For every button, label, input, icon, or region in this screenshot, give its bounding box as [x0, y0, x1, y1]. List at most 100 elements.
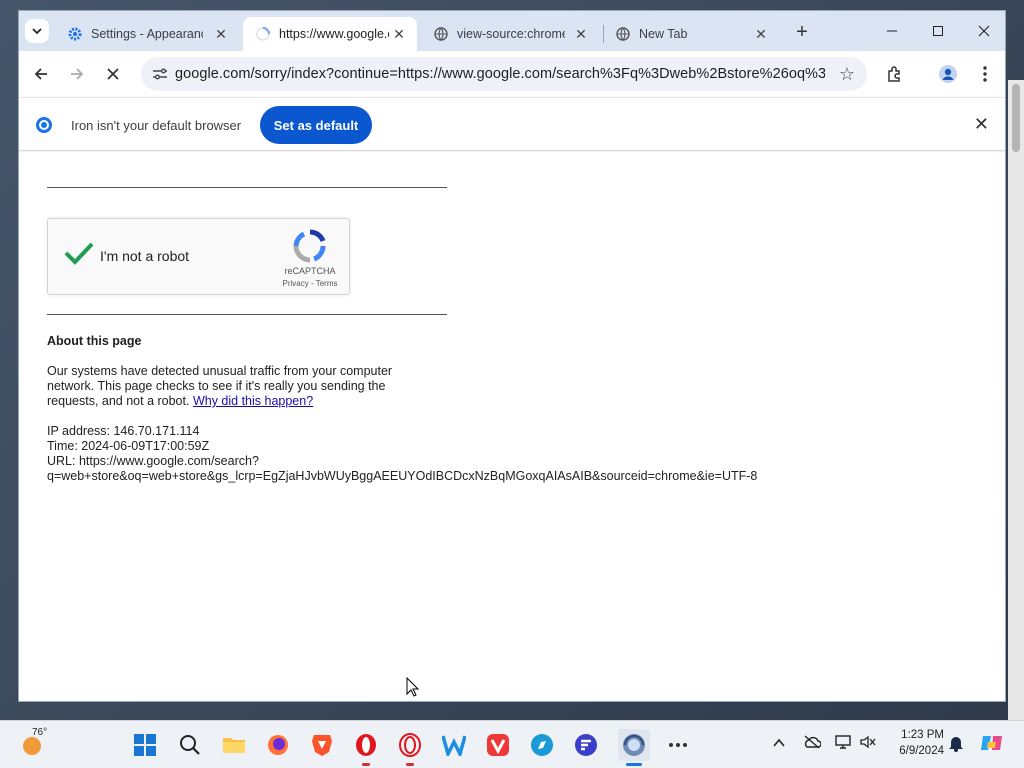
volume-muted-icon[interactable]: [860, 735, 876, 752]
profile-avatar-icon: [939, 65, 957, 83]
floorp-button[interactable]: [570, 729, 602, 761]
file-explorer-button[interactable]: [218, 729, 250, 761]
browser-app-button[interactable]: [526, 729, 558, 761]
page-content: I'm not a robot reCAPTCHA Privacy - Term…: [19, 152, 1005, 701]
default-browser-infobar: Iron isn't your default browser Set as d…: [19, 97, 1005, 151]
browser-window: Settings - Appearance ✕ https://www.goog…: [18, 10, 1006, 702]
globe-icon: [433, 26, 449, 42]
infobar-message: Iron isn't your default browser: [71, 118, 242, 133]
tab-close-button[interactable]: ✕: [573, 26, 589, 42]
maximize-button[interactable]: [915, 11, 961, 51]
more-apps-button[interactable]: [662, 729, 694, 761]
chromium-logo-icon: [35, 116, 53, 139]
opera-gx-icon: [399, 733, 421, 757]
tab-close-button[interactable]: ✕: [213, 26, 229, 42]
firefox-icon: [268, 735, 288, 755]
profile-button[interactable]: [934, 60, 962, 88]
extensions-button[interactable]: [881, 60, 909, 88]
request-info: IP address: 146.70.171.114 Time: 2024-06…: [47, 424, 787, 484]
tab-settings[interactable]: Settings - Appearance ✕: [55, 17, 239, 51]
forward-button[interactable]: [63, 60, 91, 88]
chevron-down-icon: [32, 28, 42, 35]
tab-view-source[interactable]: view-source:chrome ✕: [421, 17, 599, 51]
about-heading: About this page: [47, 334, 142, 348]
set-as-default-button[interactable]: Set as default: [260, 106, 372, 144]
iron-browser-button[interactable]: [618, 729, 650, 766]
back-button[interactable]: [27, 60, 55, 88]
minimize-button[interactable]: [869, 11, 915, 51]
address-bar[interactable]: google.com/sorry/index?continue=https://…: [141, 57, 867, 91]
divider: [47, 187, 447, 188]
tab-search-button[interactable]: [25, 19, 49, 43]
taskbar: 76° 1:23 PM 6/9/2024: [0, 720, 1024, 768]
recaptcha-widget[interactable]: I'm not a robot reCAPTCHA Privacy - Term…: [47, 218, 350, 295]
floorp-icon: [575, 734, 597, 756]
tab-strip: Settings - Appearance ✕ https://www.goog…: [19, 11, 1005, 51]
new-tab-button[interactable]: +: [791, 21, 813, 43]
windows-logo-icon: [134, 734, 156, 756]
brave-button[interactable]: [306, 729, 338, 761]
running-indicator: [406, 763, 414, 766]
waterfox-button[interactable]: [438, 729, 470, 761]
site-info-icon[interactable]: [145, 67, 175, 81]
tab-title: https://www.google.com: [279, 27, 389, 41]
request-time: Time: 2024-06-09T17:00:59Z: [47, 439, 210, 453]
address-text[interactable]: google.com/sorry/index?continue=https://…: [175, 66, 825, 82]
start-button[interactable]: [129, 729, 161, 761]
scrollbar-thumb[interactable]: [1012, 84, 1020, 152]
recaptcha-terms-link[interactable]: Privacy - Terms: [270, 279, 350, 288]
opera-button[interactable]: [350, 729, 382, 766]
opera-gx-button[interactable]: [394, 729, 426, 766]
onedrive-icon[interactable]: [803, 735, 822, 752]
more-horizontal-icon: [669, 743, 687, 747]
divider: [47, 314, 447, 315]
close-icon: [978, 25, 990, 37]
menu-button[interactable]: [971, 60, 999, 88]
opera-icon: [356, 734, 376, 756]
browser-toolbar: google.com/sorry/index?continue=https://…: [19, 51, 1005, 97]
tray-chevron-up-icon[interactable]: [773, 735, 785, 751]
page-scrollbar[interactable]: [1008, 80, 1024, 720]
close-window-button[interactable]: [961, 11, 1005, 51]
puzzle-icon: [888, 66, 900, 82]
iron-browser-icon: [623, 734, 645, 756]
tab-close-button[interactable]: ✕: [753, 26, 769, 42]
vivaldi-button[interactable]: [482, 729, 514, 761]
weather-temp: 76°: [32, 727, 48, 738]
close-icon: [107, 68, 119, 80]
recaptcha-logo-icon: [293, 229, 327, 266]
copilot-icon[interactable]: [980, 732, 1004, 757]
checkmark-icon[interactable]: [64, 241, 94, 268]
recaptcha-brand: reCAPTCHA: [284, 266, 336, 276]
tab-close-button[interactable]: ✕: [391, 26, 407, 42]
infobar-close-button[interactable]: ✕: [974, 114, 989, 135]
w-logo-icon: [442, 735, 466, 756]
about-paragraph: Our systems have detected unusual traffi…: [47, 364, 427, 409]
clock-date: 6/9/2024: [899, 745, 944, 757]
tab-google-sorry[interactable]: https://www.google.com ✕: [243, 17, 417, 51]
arrow-left-icon: [34, 68, 47, 80]
search-button[interactable]: [174, 729, 206, 761]
more-vertical-icon: [983, 66, 987, 82]
search-icon: [180, 735, 200, 755]
minimize-icon: [887, 30, 897, 32]
tab-title: view-source:chrome: [457, 27, 565, 41]
vivaldi-icon: [487, 734, 509, 756]
stop-loading-button[interactable]: [99, 60, 127, 88]
gear-icon: [67, 26, 83, 42]
firefox-button[interactable]: [262, 729, 294, 761]
tab-new-tab[interactable]: New Tab ✕: [603, 17, 779, 51]
arrow-right-icon: [71, 68, 84, 80]
recaptcha-label: I'm not a robot: [100, 248, 190, 264]
clock-time: 1:23 PM: [901, 729, 944, 741]
active-indicator: [626, 763, 642, 766]
system-clock[interactable]: 1:23 PM 6/9/2024: [884, 727, 944, 759]
running-indicator: [362, 763, 370, 766]
network-icon[interactable]: [835, 735, 851, 752]
brave-lion-icon: [312, 735, 332, 756]
notification-bell-icon[interactable]: [948, 734, 964, 755]
why-link[interactable]: Why did this happen?: [193, 394, 313, 408]
bookmark-star-icon[interactable]: ☆: [839, 64, 855, 85]
maximize-icon: [933, 26, 943, 36]
loading-spinner-icon: [255, 26, 271, 42]
